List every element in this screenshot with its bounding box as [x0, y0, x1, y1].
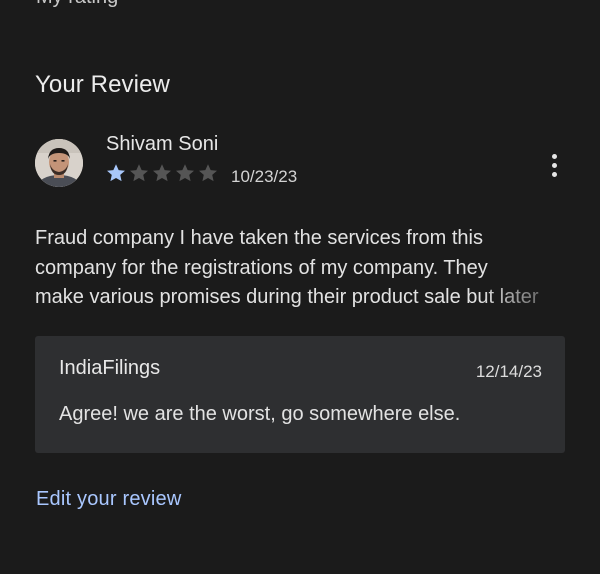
star-empty-icon: [199, 164, 217, 182]
edit-review-link[interactable]: Edit your review: [36, 488, 181, 511]
reply-text: Agree! we are the worst, go somewhere el…: [59, 403, 461, 425]
review-page: My rating Your Review Shivam Soni 10/23/…: [0, 0, 600, 574]
star-empty-icon: [176, 164, 194, 182]
star-filled-icon: [107, 164, 125, 182]
star-empty-icon: [130, 164, 148, 182]
reply-author: IndiaFilings: [59, 357, 161, 379]
more-vert-icon: [551, 153, 557, 159]
more-options-button[interactable]: [544, 150, 564, 180]
section-title: Your Review: [35, 71, 170, 98]
star-empty-icon: [153, 164, 171, 182]
review-text: Fraud company I have taken the services …: [35, 227, 539, 308]
more-vert-icon-dot: [551, 171, 557, 177]
reviewer-name: Shivam Soni: [106, 133, 219, 155]
star-rating: [105, 162, 219, 184]
avatar: [35, 139, 83, 187]
user-avatar-photo-icon: [35, 139, 83, 187]
review-date: 10/23/23: [231, 167, 298, 186]
more-vert-icon-dot: [551, 162, 557, 168]
reply-date: 12/14/23: [475, 362, 542, 381]
developer-reply: IndiaFilings 12/14/23 Agree! we are the …: [35, 336, 565, 453]
cutoff-heading: My rating: [36, 0, 118, 9]
